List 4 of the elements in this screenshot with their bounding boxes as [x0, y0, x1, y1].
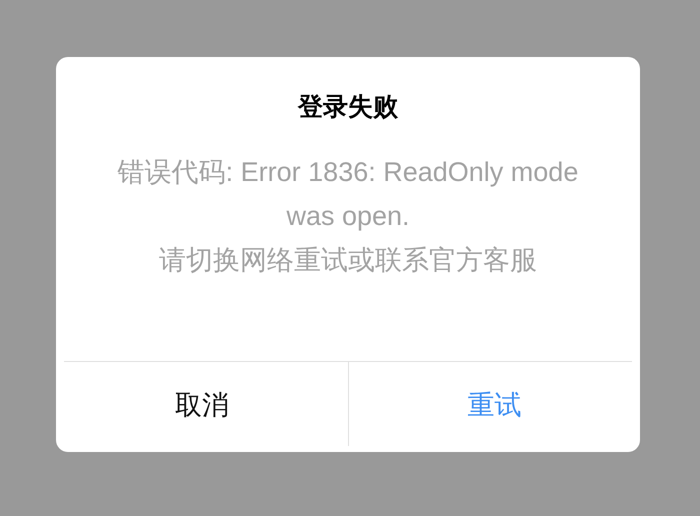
cancel-button[interactable]: 取消	[56, 362, 348, 452]
dialog-message: 请切换网络重试或联系官方客服	[158, 244, 538, 277]
dialog-message: 错误代码: Error 1836: ReadOnly mode was open.	[116, 156, 580, 233]
dialog-title: 登录失败	[298, 95, 398, 120]
